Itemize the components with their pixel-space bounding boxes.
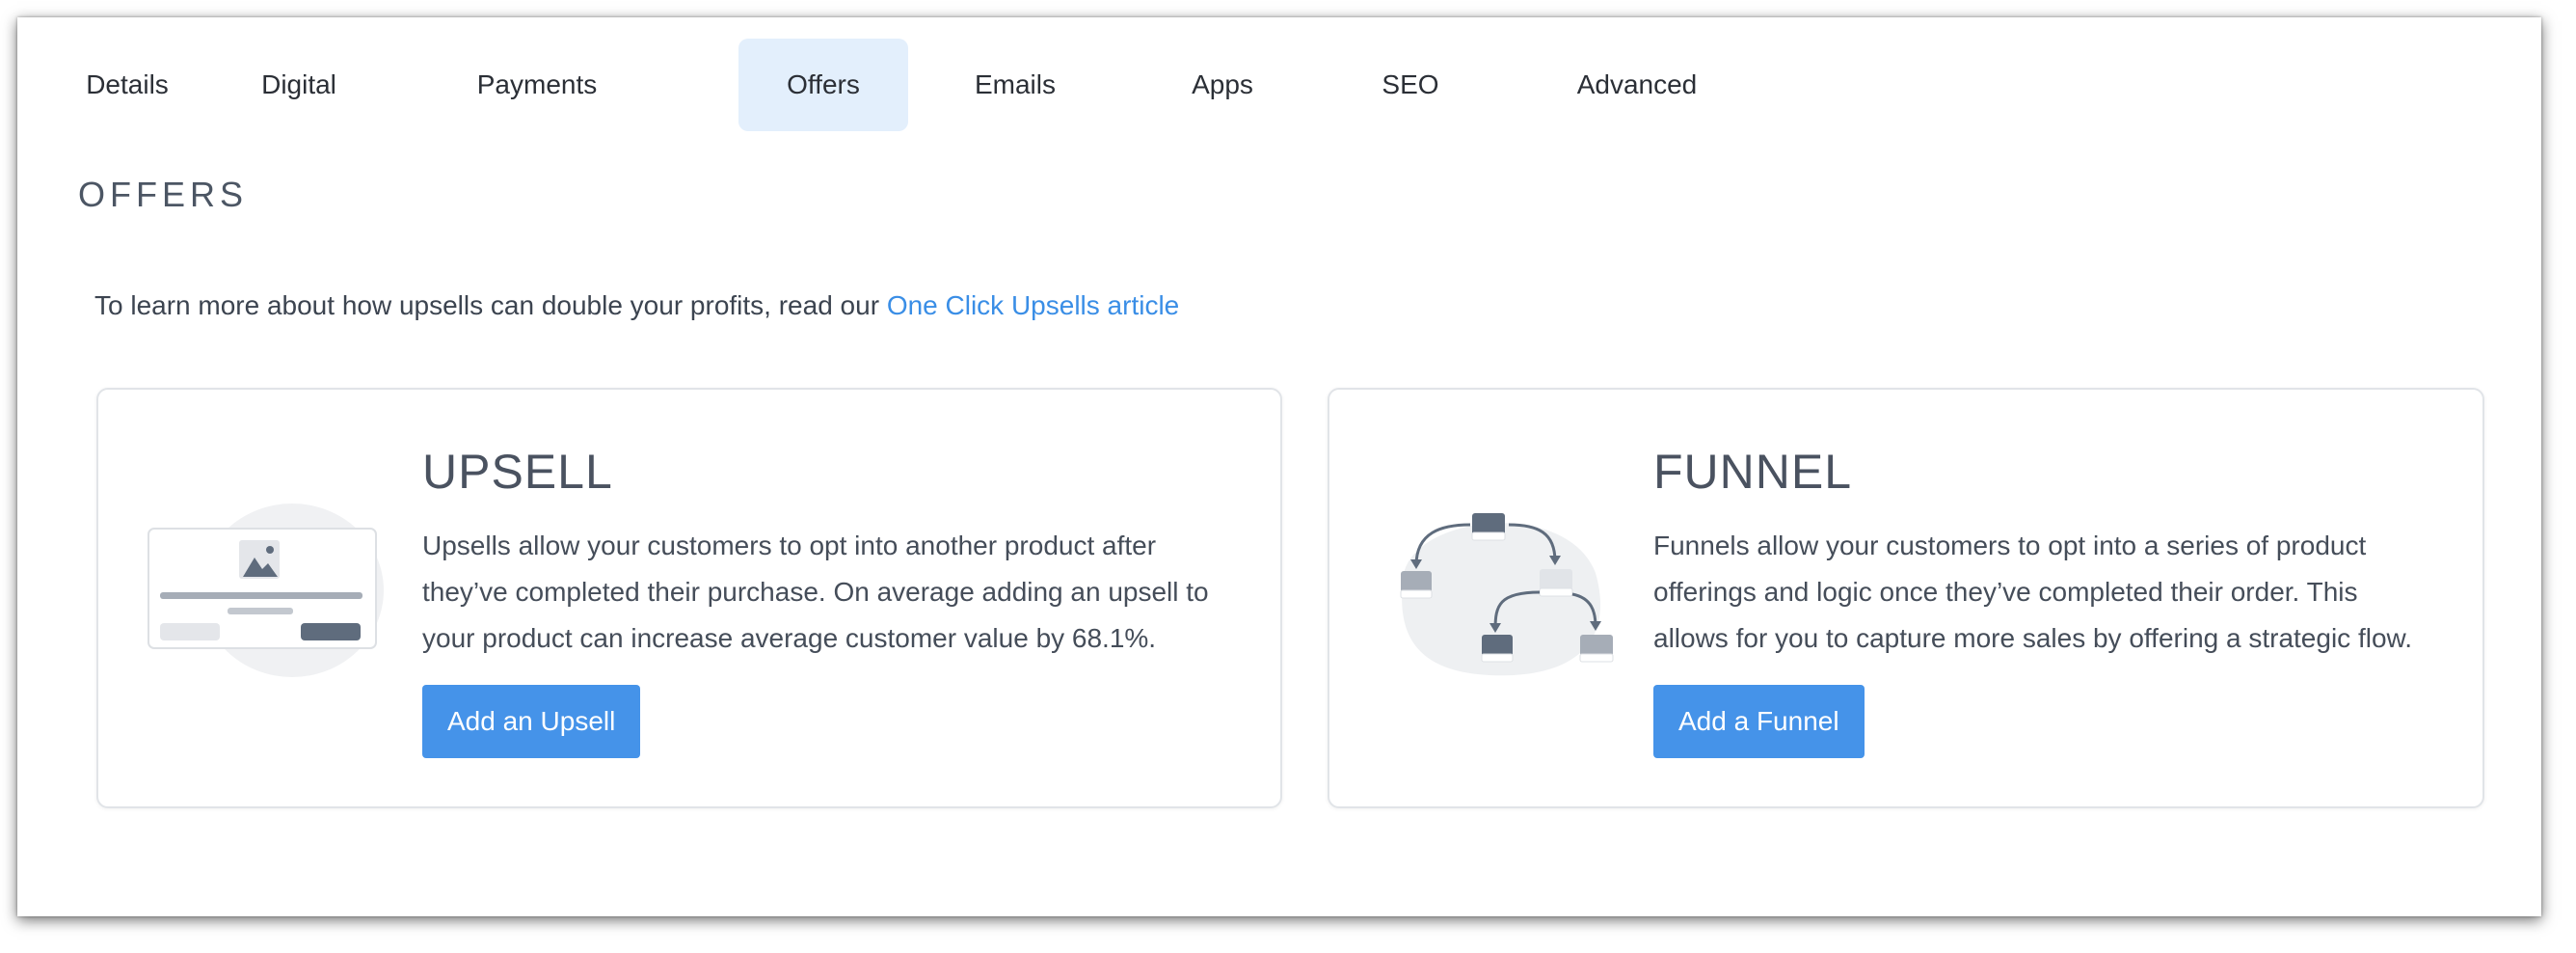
tab-apps[interactable]: Apps	[1155, 39, 1290, 131]
tab-advanced[interactable]: Advanced	[1531, 39, 1743, 131]
tab-label: Advanced	[1576, 69, 1698, 99]
funnel-description: Funnels allow your customers to opt into…	[1653, 523, 2412, 662]
intro-text-body: To learn more about how upsells can doub…	[94, 290, 887, 320]
tab-offers[interactable]: Offers	[738, 39, 908, 131]
tab-label: SEO	[1382, 69, 1439, 99]
funnel-desc-line: allows for you to capture more sales by …	[1653, 623, 2412, 653]
add-upsell-button[interactable]: Add an Upsell	[422, 685, 641, 758]
app-window: Details Digital Payments Offers Emails A…	[17, 17, 2541, 916]
funnel-desc-line: Funnels allow your customers to opt into…	[1653, 531, 2367, 560]
upsells-article-link[interactable]: One Click Upsells article	[887, 290, 1179, 320]
tab-details[interactable]: Details	[56, 39, 199, 131]
intro-text: To learn more about how upsells can doub…	[94, 290, 1179, 321]
tab-digital[interactable]: Digital	[228, 39, 370, 131]
add-funnel-button[interactable]: Add a Funnel	[1653, 685, 1865, 758]
upsell-desc-line: your product can increase average custom…	[422, 623, 1157, 653]
tab-seo[interactable]: SEO	[1348, 39, 1473, 131]
funnel-title: FUNNEL	[1653, 445, 1853, 499]
upsell-desc-line: they’ve completed their purchase. On ave…	[422, 577, 1209, 607]
tab-label: Details	[86, 69, 169, 99]
upsell-card: UPSELL Upsells allow your customers to o…	[96, 388, 1282, 808]
tab-payments[interactable]: Payments	[451, 39, 623, 131]
upsell-desc-line: Upsells allow your customers to opt into…	[422, 531, 1157, 560]
tab-label: Apps	[1192, 69, 1253, 99]
funnel-illustration-icon	[1400, 513, 1614, 676]
tab-label: Offers	[787, 69, 860, 99]
upsell-title: UPSELL	[422, 445, 613, 499]
upsell-description: Upsells allow your customers to opt into…	[422, 523, 1209, 662]
upsell-illustration-icon	[148, 504, 384, 677]
section-title: OFFERS	[78, 175, 249, 214]
tab-label: Digital	[261, 69, 336, 99]
tab-emails[interactable]: Emails	[943, 39, 1087, 131]
tab-label: Emails	[974, 69, 1056, 99]
tab-label: Payments	[476, 69, 598, 99]
funnel-card: FUNNEL Funnels allow your customers to o…	[1328, 388, 2484, 808]
funnel-desc-line: offerings and logic once they’ve complet…	[1653, 577, 2358, 607]
